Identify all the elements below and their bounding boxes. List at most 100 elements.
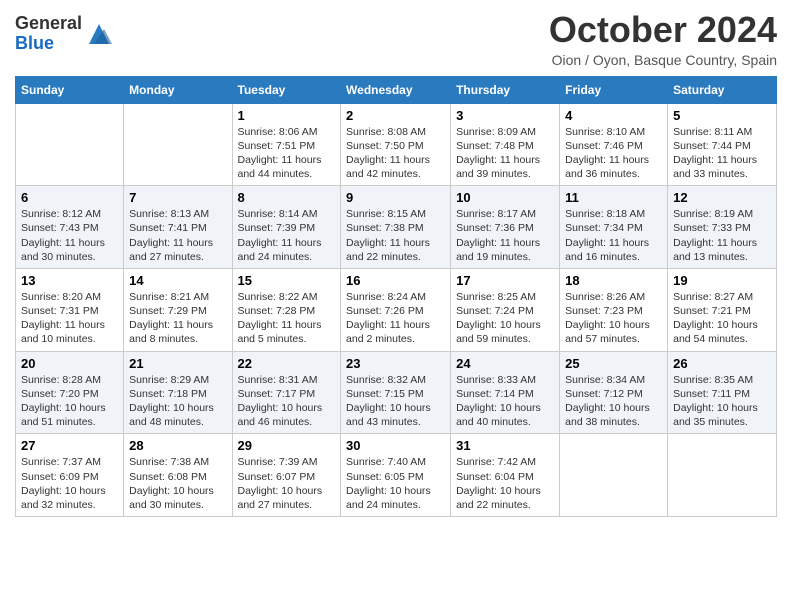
day-info: Sunrise: 8:34 AM Sunset: 7:12 PM Dayligh… bbox=[565, 373, 662, 430]
day-number: 10 bbox=[456, 190, 554, 205]
day-info: Sunrise: 8:29 AM Sunset: 7:18 PM Dayligh… bbox=[129, 373, 226, 430]
calendar-cell: 1 Sunrise: 8:06 AM Sunset: 7:51 PM Daylig… bbox=[232, 103, 341, 186]
day-info: Sunrise: 7:42 AM Sunset: 6:04 PM Dayligh… bbox=[456, 455, 554, 512]
title-block: October 2024 Oion / Oyon, Basque Country… bbox=[549, 10, 777, 68]
day-number: 31 bbox=[456, 438, 554, 453]
calendar-week-row: 1 Sunrise: 8:06 AM Sunset: 7:51 PM Daylig… bbox=[16, 103, 777, 186]
day-info: Sunrise: 8:12 AM Sunset: 7:43 PM Dayligh… bbox=[21, 207, 118, 264]
calendar-cell: 25 Sunrise: 8:34 AM Sunset: 7:12 PM Dayli… bbox=[560, 351, 668, 434]
day-info: Sunrise: 8:24 AM Sunset: 7:26 PM Dayligh… bbox=[346, 290, 445, 347]
calendar-cell bbox=[668, 434, 777, 517]
calendar-cell: 7 Sunrise: 8:13 AM Sunset: 7:41 PM Daylig… bbox=[124, 186, 232, 269]
day-info: Sunrise: 8:21 AM Sunset: 7:29 PM Dayligh… bbox=[129, 290, 226, 347]
day-number: 28 bbox=[129, 438, 226, 453]
day-info: Sunrise: 8:26 AM Sunset: 7:23 PM Dayligh… bbox=[565, 290, 662, 347]
day-info: Sunrise: 7:38 AM Sunset: 6:08 PM Dayligh… bbox=[129, 455, 226, 512]
calendar-cell: 4Sunrise: 8:10 AM Sunset: 7:46 PM Daylig… bbox=[560, 103, 668, 186]
calendar-cell: 17 Sunrise: 8:25 AM Sunset: 7:24 PM Dayli… bbox=[451, 268, 560, 351]
day-info: Sunrise: 8:18 AM Sunset: 7:34 PM Dayligh… bbox=[565, 207, 662, 264]
day-info: Sunrise: 8:35 AM Sunset: 7:11 PM Dayligh… bbox=[673, 373, 771, 430]
day-info: Sunrise: 8:31 AM Sunset: 7:17 PM Dayligh… bbox=[238, 373, 336, 430]
calendar-cell: 21Sunrise: 8:29 AM Sunset: 7:18 PM Dayli… bbox=[124, 351, 232, 434]
day-number: 3 bbox=[456, 108, 554, 123]
calendar-cell: 11 Sunrise: 8:18 AM Sunset: 7:34 PM Dayli… bbox=[560, 186, 668, 269]
logo-text: General Blue bbox=[15, 14, 82, 54]
day-info: Sunrise: 8:11 AM Sunset: 7:44 PM Dayligh… bbox=[673, 125, 771, 182]
day-number: 6 bbox=[21, 190, 118, 205]
calendar-cell: 24 Sunrise: 8:33 AM Sunset: 7:14 PM Dayli… bbox=[451, 351, 560, 434]
day-info: Sunrise: 8:14 AM Sunset: 7:39 PM Dayligh… bbox=[238, 207, 336, 264]
calendar-day-header: Saturday bbox=[668, 76, 777, 103]
calendar-cell: 5 Sunrise: 8:11 AM Sunset: 7:44 PM Daylig… bbox=[668, 103, 777, 186]
day-info: Sunrise: 8:25 AM Sunset: 7:24 PM Dayligh… bbox=[456, 290, 554, 347]
calendar-week-row: 6 Sunrise: 8:12 AM Sunset: 7:43 PM Daylig… bbox=[16, 186, 777, 269]
day-info: Sunrise: 7:40 AM Sunset: 6:05 PM Dayligh… bbox=[346, 455, 445, 512]
day-info: Sunrise: 8:22 AM Sunset: 7:28 PM Dayligh… bbox=[238, 290, 336, 347]
calendar-cell: 15 Sunrise: 8:22 AM Sunset: 7:28 PM Dayli… bbox=[232, 268, 341, 351]
location: Oion / Oyon, Basque Country, Spain bbox=[549, 52, 777, 68]
calendar-week-row: 27Sunrise: 7:37 AM Sunset: 6:09 PM Dayli… bbox=[16, 434, 777, 517]
day-info: Sunrise: 8:33 AM Sunset: 7:14 PM Dayligh… bbox=[456, 373, 554, 430]
day-info: Sunrise: 8:13 AM Sunset: 7:41 PM Dayligh… bbox=[129, 207, 226, 264]
page: General Blue October 2024 Oion / Oyon, B… bbox=[0, 0, 792, 612]
calendar-cell bbox=[124, 103, 232, 186]
calendar-cell: 19 Sunrise: 8:27 AM Sunset: 7:21 PM Dayli… bbox=[668, 268, 777, 351]
calendar-cell bbox=[560, 434, 668, 517]
day-number: 22 bbox=[238, 356, 336, 371]
calendar-cell: 6 Sunrise: 8:12 AM Sunset: 7:43 PM Daylig… bbox=[16, 186, 124, 269]
calendar-day-header: Friday bbox=[560, 76, 668, 103]
calendar-cell: 30Sunrise: 7:40 AM Sunset: 6:05 PM Dayli… bbox=[341, 434, 451, 517]
day-info: Sunrise: 7:37 AM Sunset: 6:09 PM Dayligh… bbox=[21, 455, 118, 512]
day-number: 8 bbox=[238, 190, 336, 205]
calendar-cell: 22 Sunrise: 8:31 AM Sunset: 7:17 PM Dayli… bbox=[232, 351, 341, 434]
day-info: Sunrise: 8:15 AM Sunset: 7:38 PM Dayligh… bbox=[346, 207, 445, 264]
day-number: 7 bbox=[129, 190, 226, 205]
calendar-cell: 27Sunrise: 7:37 AM Sunset: 6:09 PM Dayli… bbox=[16, 434, 124, 517]
day-number: 19 bbox=[673, 273, 771, 288]
day-number: 2 bbox=[346, 108, 445, 123]
calendar-cell: 9 Sunrise: 8:15 AM Sunset: 7:38 PM Daylig… bbox=[341, 186, 451, 269]
calendar-day-header: Sunday bbox=[16, 76, 124, 103]
calendar-cell: 28 Sunrise: 7:38 AM Sunset: 6:08 PM Dayli… bbox=[124, 434, 232, 517]
month-title: October 2024 bbox=[549, 10, 777, 50]
calendar-cell: 31 Sunrise: 7:42 AM Sunset: 6:04 PM Dayli… bbox=[451, 434, 560, 517]
day-number: 25 bbox=[565, 356, 662, 371]
day-number: 17 bbox=[456, 273, 554, 288]
header: General Blue October 2024 Oion / Oyon, B… bbox=[15, 10, 777, 68]
calendar-week-row: 13Sunrise: 8:20 AM Sunset: 7:31 PM Dayli… bbox=[16, 268, 777, 351]
day-number: 11 bbox=[565, 190, 662, 205]
logo-general: General bbox=[15, 14, 82, 34]
day-number: 1 bbox=[238, 108, 336, 123]
day-number: 29 bbox=[238, 438, 336, 453]
day-info: Sunrise: 8:06 AM Sunset: 7:51 PM Dayligh… bbox=[238, 125, 336, 182]
calendar-cell: 23Sunrise: 8:32 AM Sunset: 7:15 PM Dayli… bbox=[341, 351, 451, 434]
calendar-cell: 13Sunrise: 8:20 AM Sunset: 7:31 PM Dayli… bbox=[16, 268, 124, 351]
day-info: Sunrise: 8:20 AM Sunset: 7:31 PM Dayligh… bbox=[21, 290, 118, 347]
calendar-cell: 29Sunrise: 7:39 AM Sunset: 6:07 PM Dayli… bbox=[232, 434, 341, 517]
logo-blue: Blue bbox=[15, 34, 82, 54]
day-info: Sunrise: 8:09 AM Sunset: 7:48 PM Dayligh… bbox=[456, 125, 554, 182]
calendar-week-row: 20Sunrise: 8:28 AM Sunset: 7:20 PM Dayli… bbox=[16, 351, 777, 434]
day-info: Sunrise: 8:17 AM Sunset: 7:36 PM Dayligh… bbox=[456, 207, 554, 264]
day-number: 24 bbox=[456, 356, 554, 371]
day-info: Sunrise: 8:28 AM Sunset: 7:20 PM Dayligh… bbox=[21, 373, 118, 430]
calendar-day-header: Monday bbox=[124, 76, 232, 103]
calendar-cell: 3 Sunrise: 8:09 AM Sunset: 7:48 PM Daylig… bbox=[451, 103, 560, 186]
calendar: SundayMondayTuesdayWednesdayThursdayFrid… bbox=[15, 76, 777, 517]
calendar-cell: 2 Sunrise: 8:08 AM Sunset: 7:50 PM Daylig… bbox=[341, 103, 451, 186]
day-info: Sunrise: 8:27 AM Sunset: 7:21 PM Dayligh… bbox=[673, 290, 771, 347]
calendar-day-header: Thursday bbox=[451, 76, 560, 103]
day-number: 5 bbox=[673, 108, 771, 123]
day-info: Sunrise: 8:10 AM Sunset: 7:46 PM Dayligh… bbox=[565, 125, 662, 182]
day-info: Sunrise: 8:19 AM Sunset: 7:33 PM Dayligh… bbox=[673, 207, 771, 264]
day-number: 26 bbox=[673, 356, 771, 371]
day-number: 18 bbox=[565, 273, 662, 288]
day-info: Sunrise: 8:08 AM Sunset: 7:50 PM Dayligh… bbox=[346, 125, 445, 182]
calendar-cell: 14Sunrise: 8:21 AM Sunset: 7:29 PM Dayli… bbox=[124, 268, 232, 351]
day-number: 23 bbox=[346, 356, 445, 371]
day-number: 9 bbox=[346, 190, 445, 205]
calendar-day-header: Tuesday bbox=[232, 76, 341, 103]
day-number: 15 bbox=[238, 273, 336, 288]
calendar-header-row: SundayMondayTuesdayWednesdayThursdayFrid… bbox=[16, 76, 777, 103]
calendar-cell: 12Sunrise: 8:19 AM Sunset: 7:33 PM Dayli… bbox=[668, 186, 777, 269]
